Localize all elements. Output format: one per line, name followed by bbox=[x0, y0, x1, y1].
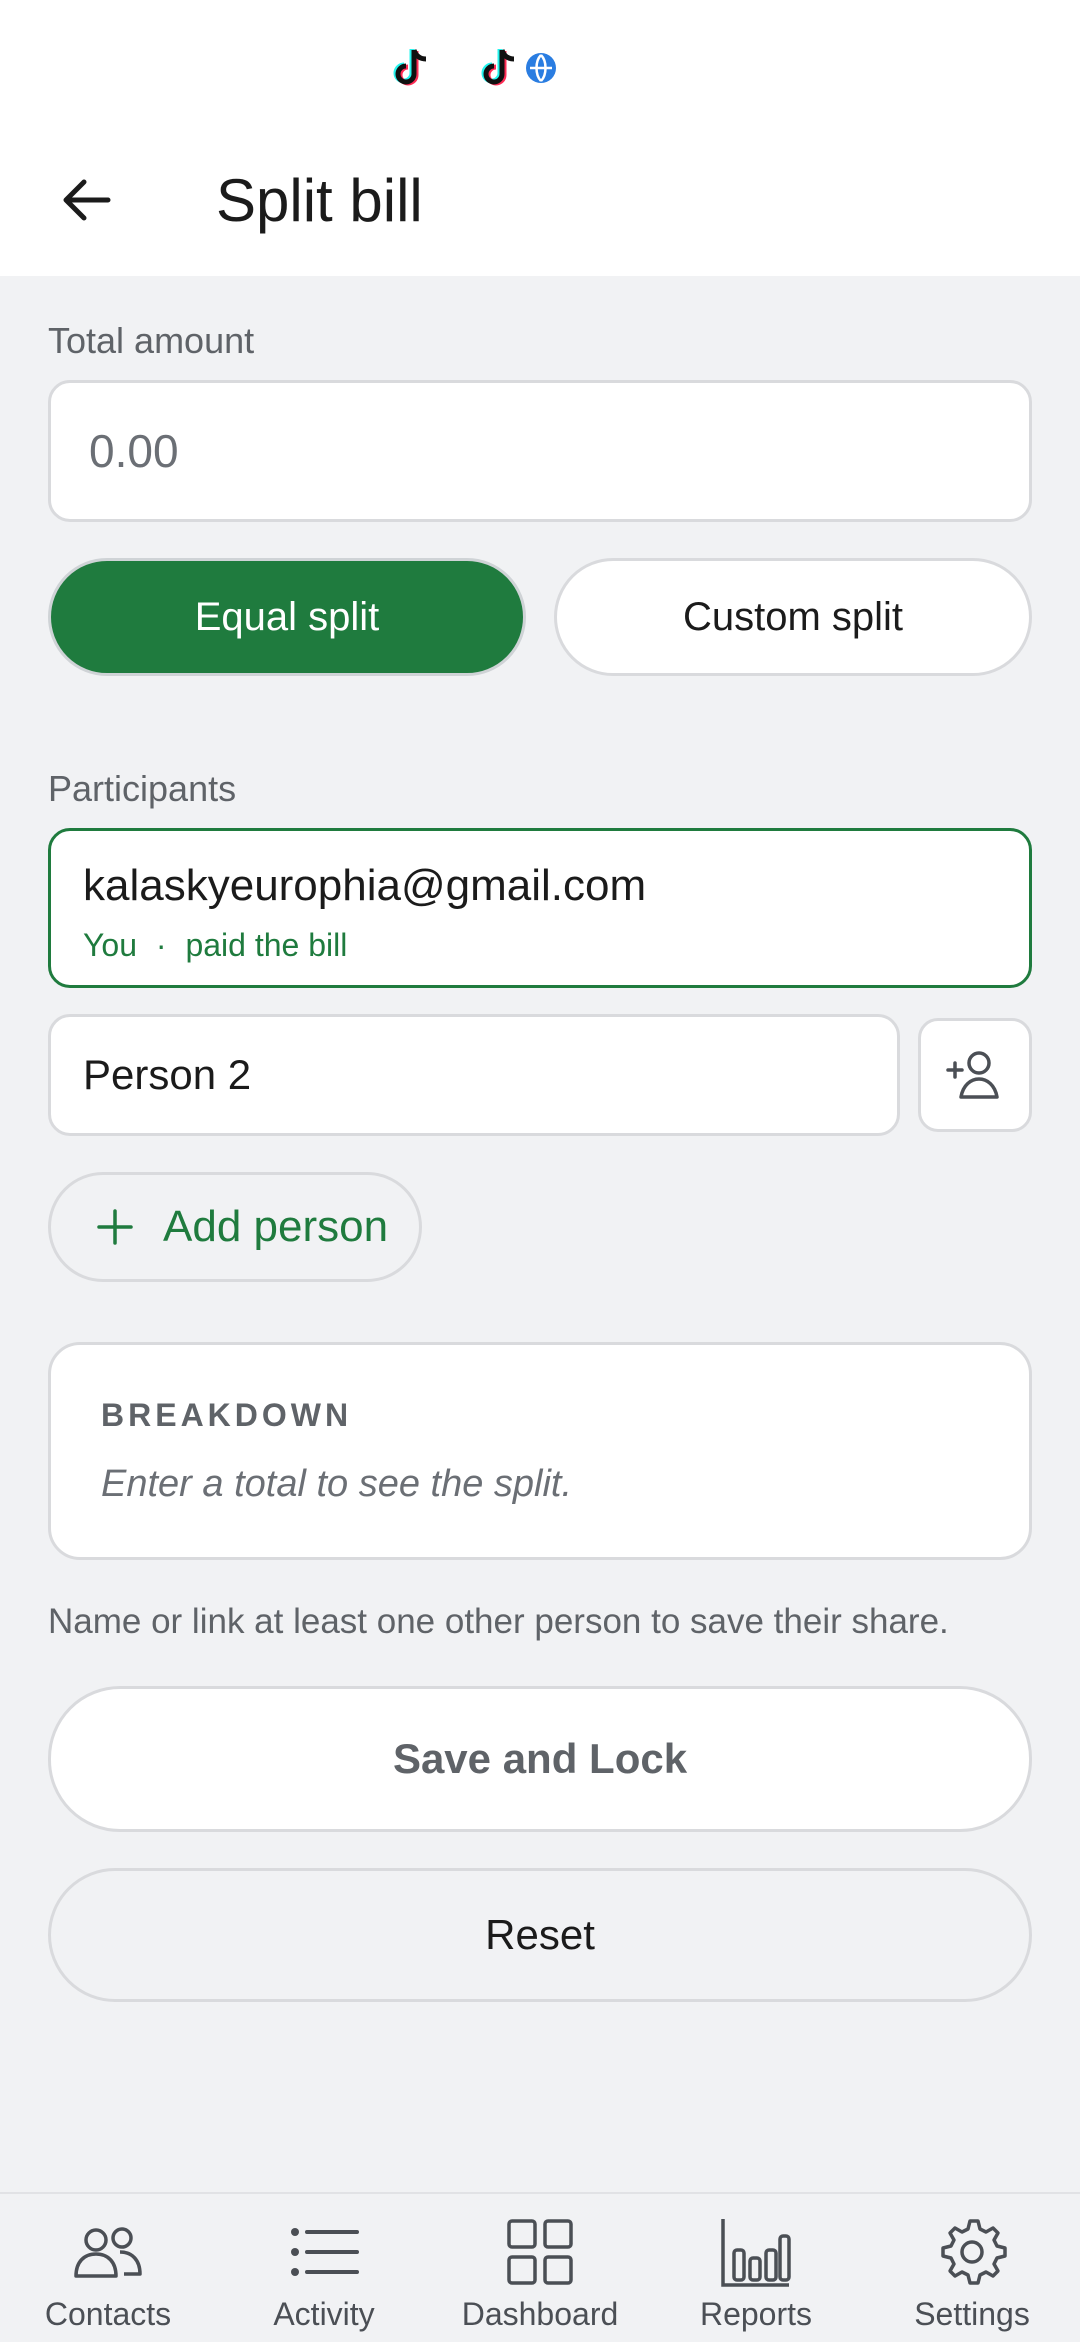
globe-badge-icon bbox=[526, 53, 556, 83]
participant-email: kalaskyeurophia@gmail.com bbox=[83, 861, 647, 910]
breakdown-title: BREAKDOWN bbox=[101, 1397, 353, 1433]
nav-label-activity: Activity bbox=[273, 2296, 375, 2332]
gear-icon bbox=[932, 2216, 1012, 2288]
status-icons bbox=[392, 46, 558, 90]
nav-label-contacts: Contacts bbox=[44, 2296, 172, 2332]
nav-item-activity[interactable]: Activity bbox=[216, 2194, 432, 2342]
participant-paid-status: paid the bill bbox=[185, 927, 348, 963]
tiktok-icon bbox=[481, 49, 515, 86]
total-amount-input[interactable]: 0.00 bbox=[48, 380, 1032, 522]
back-button[interactable] bbox=[54, 168, 118, 232]
equal-split-button[interactable]: Equal split bbox=[48, 558, 526, 676]
arrow-left-icon bbox=[63, 179, 111, 221]
participant-separator: · bbox=[155, 927, 167, 963]
nav-item-settings[interactable]: Settings bbox=[864, 2194, 1080, 2342]
status-bar bbox=[0, 0, 1080, 130]
participant-you: You bbox=[83, 927, 137, 963]
breakdown-card: BREAKDOWN Enter a total to see the split… bbox=[48, 1342, 1032, 1560]
plus-icon bbox=[97, 1209, 133, 1245]
app-bar: Split bill bbox=[0, 130, 1080, 276]
nav-label-dashboard: Dashboard bbox=[461, 2296, 619, 2332]
list-icon bbox=[284, 2216, 364, 2288]
grid-icon bbox=[500, 2216, 580, 2288]
nav-item-dashboard[interactable]: Dashboard bbox=[432, 2194, 648, 2342]
reset-button[interactable]: Reset bbox=[48, 1868, 1032, 2002]
nav-label-settings: Settings bbox=[914, 2296, 1030, 2332]
nav-item-contacts[interactable]: Contacts bbox=[0, 2194, 216, 2342]
custom-split-button[interactable]: Custom split bbox=[554, 558, 1032, 676]
participant-name: Person 2 bbox=[83, 1051, 252, 1098]
page-title: Split bill bbox=[216, 167, 423, 234]
info-text: Name or link at least one other person t… bbox=[48, 1602, 949, 1641]
nav-label-reports: Reports bbox=[699, 2296, 813, 2332]
save-and-lock-button[interactable]: Save and Lock bbox=[48, 1686, 1032, 1832]
nav-item-reports[interactable]: Reports bbox=[648, 2194, 864, 2342]
total-amount-placeholder: 0.00 bbox=[89, 425, 179, 477]
tiktok-icon bbox=[393, 49, 427, 86]
participant-payer[interactable]: kalaskyeurophia@gmail.com You · paid the… bbox=[48, 828, 1032, 988]
bottom-nav: Contacts Activity Dashboard Reports Sett… bbox=[0, 2192, 1080, 2340]
add-person-label: Add person bbox=[163, 1202, 389, 1251]
breakdown-hint: Enter a total to see the split. bbox=[101, 1463, 573, 1505]
link-contact-button[interactable] bbox=[918, 1018, 1032, 1132]
add-person-button[interactable]: Add person bbox=[48, 1172, 422, 1282]
participant-name-input[interactable]: Person 2 bbox=[48, 1014, 900, 1136]
bar-chart-icon bbox=[716, 2216, 796, 2288]
total-amount-label: Total amount bbox=[48, 320, 255, 361]
participant-status: You · paid the bill bbox=[83, 927, 347, 964]
person-add-icon bbox=[946, 1051, 999, 1099]
people-icon bbox=[68, 2216, 148, 2288]
participants-label: Participants bbox=[48, 768, 237, 809]
